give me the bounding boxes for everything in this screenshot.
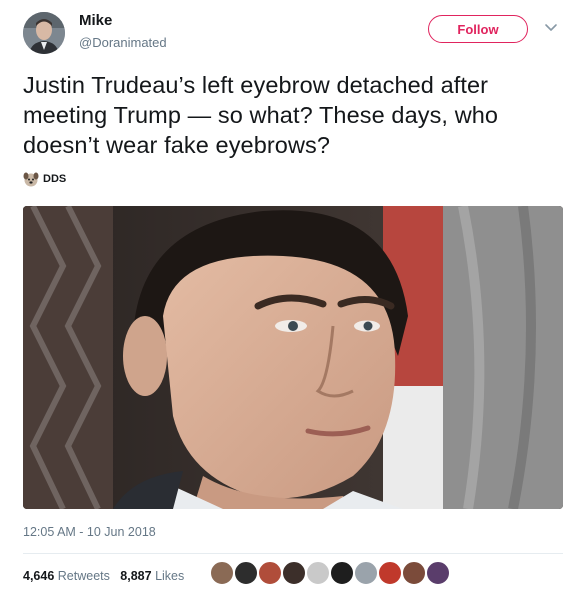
- engagement-stats: 4,646 Retweets 8,887 Likes: [23, 569, 184, 583]
- liker-avatar[interactable]: [378, 561, 402, 585]
- author-name[interactable]: Mike: [79, 12, 112, 29]
- dog-emoji-icon: [23, 171, 39, 187]
- liker-avatar[interactable]: [426, 561, 450, 585]
- retweets-label[interactable]: Retweets: [58, 569, 110, 583]
- liker-avatar[interactable]: [330, 561, 354, 585]
- liker-avatar[interactable]: [258, 561, 282, 585]
- tweet-text: Justin Trudeau’s left eyebrow detached a…: [23, 72, 499, 158]
- liker-avatar[interactable]: [354, 561, 378, 585]
- follow-button[interactable]: Follow: [428, 15, 528, 43]
- chevron-down-icon[interactable]: [542, 18, 560, 36]
- likes-label[interactable]: Likes: [155, 569, 184, 583]
- liker-avatar[interactable]: [402, 561, 426, 585]
- liker-avatar[interactable]: [210, 561, 234, 585]
- author-handle[interactable]: @Doranimated: [79, 35, 167, 50]
- tweet-timestamp[interactable]: 12:05 AM - 10 Jun 2018: [23, 525, 156, 539]
- tweet-card: Mike @Doranimated Follow Justin Trudeau’…: [0, 0, 580, 596]
- tweet-photo[interactable]: [23, 206, 563, 509]
- avatar[interactable]: [23, 12, 65, 54]
- watermark-label: DDS: [43, 173, 67, 185]
- retweets-count[interactable]: 4,646: [23, 569, 54, 583]
- liker-avatar[interactable]: [234, 561, 258, 585]
- liker-avatar[interactable]: [306, 561, 330, 585]
- likes-count[interactable]: 8,887: [120, 569, 151, 583]
- liker-avatar[interactable]: [282, 561, 306, 585]
- divider: [23, 553, 563, 554]
